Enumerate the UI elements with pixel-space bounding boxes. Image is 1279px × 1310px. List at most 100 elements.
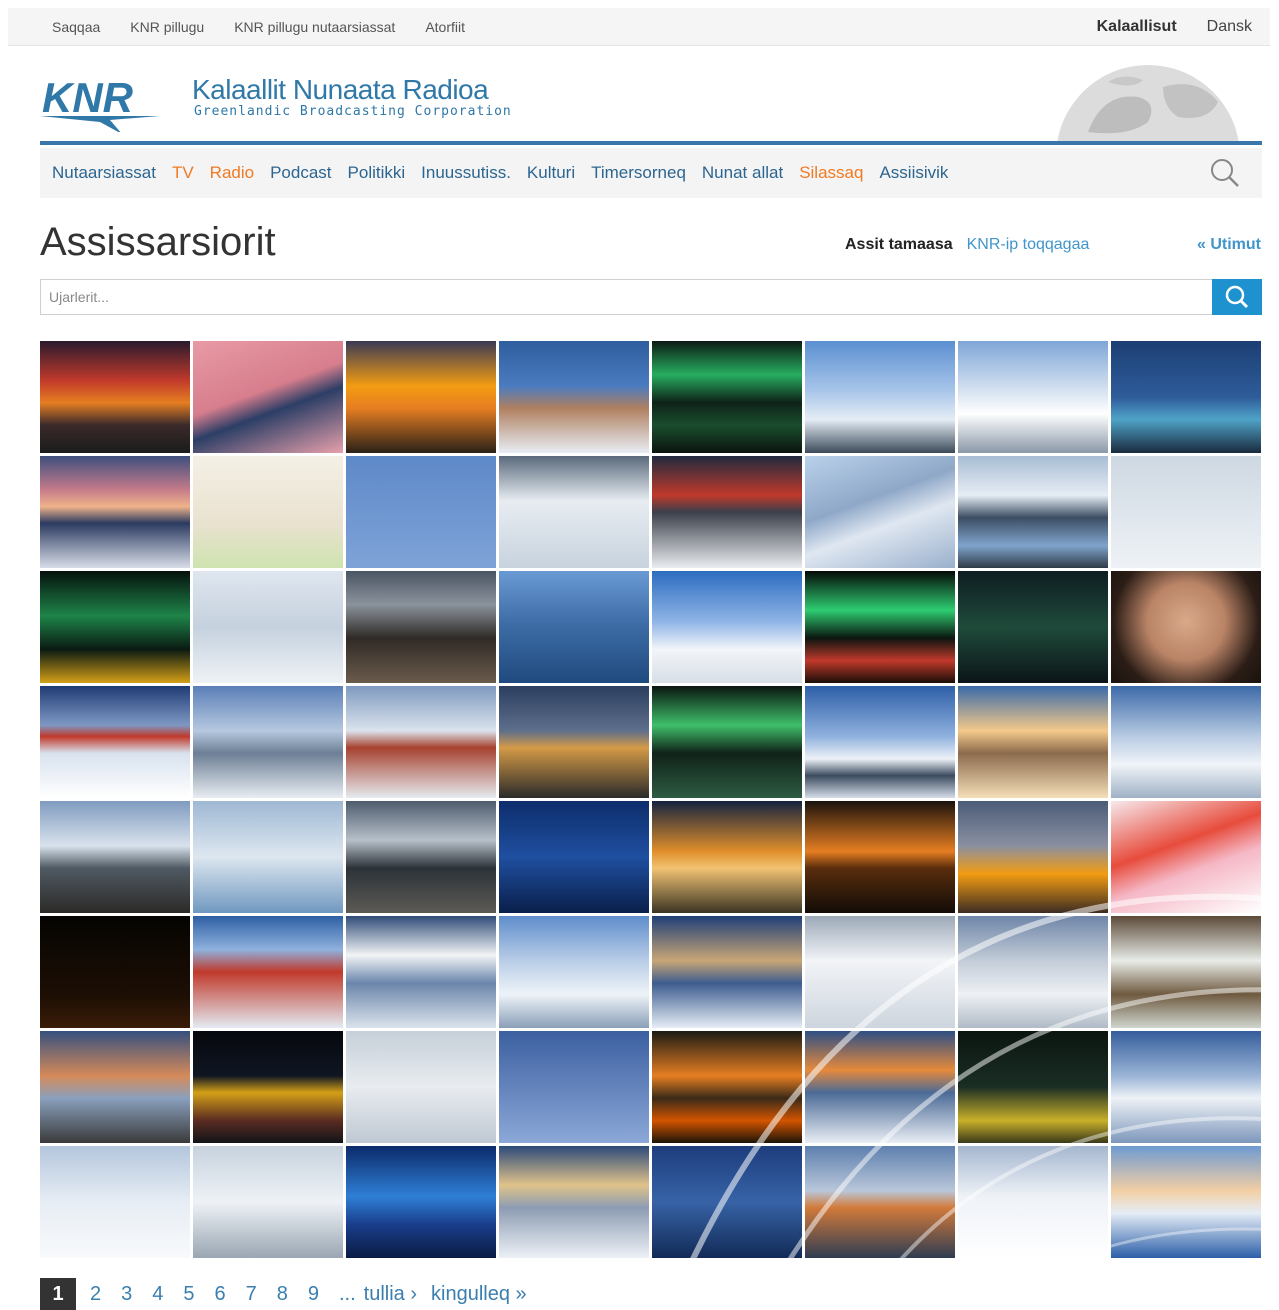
page-link[interactable]: 7: [246, 1283, 257, 1306]
nav-item-kulturi[interactable]: Kulturi: [527, 163, 575, 183]
utility-link-saqqaa[interactable]: Saqqaa: [52, 19, 100, 35]
nav-item-timersorneq[interactable]: Timersorneq: [591, 163, 686, 183]
utility-link-atorfiit[interactable]: Atorfiit: [425, 19, 465, 35]
page-link[interactable]: 8: [277, 1283, 288, 1306]
photo-thumb-town-sunset-lights[interactable]: [499, 686, 649, 798]
photo-thumb-snow-mountains-blue[interactable]: [652, 571, 802, 683]
category-knr-picks[interactable]: KNR-ip toqqagaa: [967, 236, 1090, 254]
photo-thumb-night-city-lights[interactable]: [193, 1031, 343, 1143]
photo-thumb-orange-sunset-hill[interactable]: [958, 801, 1108, 913]
photo-thumb-eagle-flight[interactable]: [346, 456, 496, 568]
photo-thumb-snow-plain-sun[interactable]: [1111, 686, 1261, 798]
last-page-link[interactable]: kingulleq »: [431, 1283, 527, 1306]
photo-thumb-dusk-town-sea[interactable]: [805, 1146, 955, 1258]
search-button[interactable]: [1212, 279, 1262, 315]
photo-thumb-night-walkers-blue[interactable]: [346, 1146, 496, 1258]
photo-thumb-ice-sculptures[interactable]: [499, 456, 649, 568]
photo-thumb-pink-water-ice[interactable]: [193, 341, 343, 453]
photo-thumb-sun-glare-rope[interactable]: [805, 456, 955, 568]
photo-thumb-sunset-slope[interactable]: [958, 686, 1108, 798]
photo-thumb-sunset-valley[interactable]: [652, 916, 802, 1028]
photo-thumb-orange-railings[interactable]: [652, 1031, 802, 1143]
nav-item-podcast[interactable]: Podcast: [270, 163, 331, 183]
photo-thumb-carved-sculpture-snow[interactable]: [499, 341, 649, 453]
language-kalaallisut[interactable]: Kalaallisut: [1097, 18, 1177, 36]
utility-link-knr-pillugu[interactable]: KNR pillugu: [130, 19, 204, 35]
photo-thumb-frosted-plant[interactable]: [805, 916, 955, 1028]
knr-logo[interactable]: KNR: [40, 72, 170, 132]
photo-thumb-dark-sunset-clouds[interactable]: [805, 801, 955, 913]
next-page-link[interactable]: tullia ›: [364, 1283, 417, 1306]
photo-thumb-child-drawing[interactable]: [193, 456, 343, 568]
category-all-photos[interactable]: Assit tamaasa: [845, 236, 953, 254]
photo-thumb-sunrise-shore[interactable]: [346, 801, 496, 913]
nav-item-tv[interactable]: TV: [172, 163, 194, 183]
page-link[interactable]: 5: [183, 1283, 194, 1306]
photo-thumb-snowy-ridge[interactable]: [958, 341, 1108, 453]
photo-thumb-blue-mountains-night[interactable]: [499, 801, 649, 913]
nav-item-inuussutiss[interactable]: Inuussutiss.: [421, 163, 511, 183]
photo-thumb-low-sun-beach-stones[interactable]: [40, 801, 190, 913]
photo-thumb-green-light-dark[interactable]: [958, 1031, 1108, 1143]
page-link[interactable]: 6: [215, 1283, 226, 1306]
photo-thumb-orange-sunset-buildings[interactable]: [652, 801, 802, 913]
photo-grid: [40, 341, 1262, 1263]
photo-thumb-white-dog-snow[interactable]: [40, 1146, 190, 1258]
photo-thumb-aurora-soft-sky[interactable]: [958, 571, 1108, 683]
nav-item-silassaq[interactable]: Silassaq: [799, 163, 863, 183]
photo-thumb-hikers-snowy-peak[interactable]: [805, 341, 955, 453]
photo-thumb-aurora-town-lights[interactable]: [805, 571, 955, 683]
photo-thumb-blue-sea-horizon[interactable]: [1111, 1031, 1261, 1143]
photo-thumb-blue-sea-snow[interactable]: [193, 686, 343, 798]
photo-thumb-sunset-ice-sea[interactable]: [805, 1031, 955, 1143]
photo-thumb-bare-tree-snow[interactable]: [499, 916, 649, 1028]
photo-thumb-town-sunset-red[interactable]: [40, 1031, 190, 1143]
search-icon[interactable]: [1210, 158, 1240, 188]
utility-link-knr-news[interactable]: KNR pillugu nutaarsiassat: [234, 19, 395, 35]
nav-item-nunat-allat[interactable]: Nunat allat: [702, 163, 783, 183]
photo-thumb-eagle-dark-sky[interactable]: [499, 1031, 649, 1143]
nav-item-nutaarsiassat[interactable]: Nutaarsiassat: [52, 163, 156, 183]
photo-thumb-village-houses-snow[interactable]: [346, 686, 496, 798]
page-link[interactable]: 9: [308, 1283, 319, 1306]
photo-thumb-iceberg-blue[interactable]: [193, 801, 343, 913]
photo-thumb-bird-on-rock[interactable]: [1111, 916, 1261, 1028]
nav-item-politikki[interactable]: Politikki: [348, 163, 406, 183]
photo-thumb-aurora-green-lake[interactable]: [652, 686, 802, 798]
photo-thumb-red-house-snow[interactable]: [40, 686, 190, 798]
photo-thumb-moon-rocks-night[interactable]: [346, 571, 496, 683]
photo-thumb-blue-village-snow[interactable]: [1111, 1146, 1261, 1258]
page-current[interactable]: 1: [40, 1278, 76, 1310]
photo-thumb-green-aurora-lake[interactable]: [652, 341, 802, 453]
nav-item-assiisivik[interactable]: Assiisivik: [879, 163, 948, 183]
photo-thumb-green-aurora-dark[interactable]: [40, 571, 190, 683]
photo-thumb-red-horizon-town[interactable]: [652, 456, 802, 568]
photo-thumb-mountain-range-snow[interactable]: [805, 686, 955, 798]
photo-thumb-pink-dusk-bay[interactable]: [40, 456, 190, 568]
photo-thumb-woman-portrait[interactable]: [1111, 571, 1261, 683]
photo-thumb-blue-boats-harbor[interactable]: [499, 571, 649, 683]
photo-thumb-bright-sun-snowfield[interactable]: [346, 916, 496, 1028]
photo-thumb-black-night[interactable]: [40, 916, 190, 1028]
nav-item-radio[interactable]: Radio: [210, 163, 254, 183]
photo-thumb-blue-lights-bay[interactable]: [652, 1146, 802, 1258]
photo-thumb-blue-evening-building[interactable]: [1111, 341, 1261, 453]
search-input[interactable]: [40, 279, 1212, 315]
photo-thumb-snowy-hills[interactable]: [193, 571, 343, 683]
photo-thumb-snowy-fence[interactable]: [193, 1146, 343, 1258]
photo-thumb-fjord-mirror[interactable]: [958, 456, 1108, 568]
language-dansk[interactable]: Dansk: [1207, 18, 1252, 36]
photo-thumb-orange-sunset-island[interactable]: [346, 341, 496, 453]
page-link[interactable]: 3: [121, 1283, 132, 1306]
page-link[interactable]: 4: [152, 1283, 163, 1306]
photo-thumb-children-red-hats[interactable]: [1111, 801, 1261, 913]
photo-thumb-sunset-snow-road[interactable]: [499, 1146, 649, 1258]
photo-thumb-eagle-landing[interactable]: [1111, 456, 1261, 568]
photo-thumb-eagle-spread-wings[interactable]: [346, 1031, 496, 1143]
photo-thumb-skier-snow-trail[interactable]: [958, 1146, 1108, 1258]
photo-thumb-snow-sky-horizon[interactable]: [958, 916, 1108, 1028]
back-link[interactable]: « Utimut: [1197, 236, 1261, 254]
photo-thumb-sunset-house[interactable]: [40, 341, 190, 453]
page-link[interactable]: 2: [90, 1283, 101, 1306]
photo-thumb-colorful-town-snow[interactable]: [193, 916, 343, 1028]
